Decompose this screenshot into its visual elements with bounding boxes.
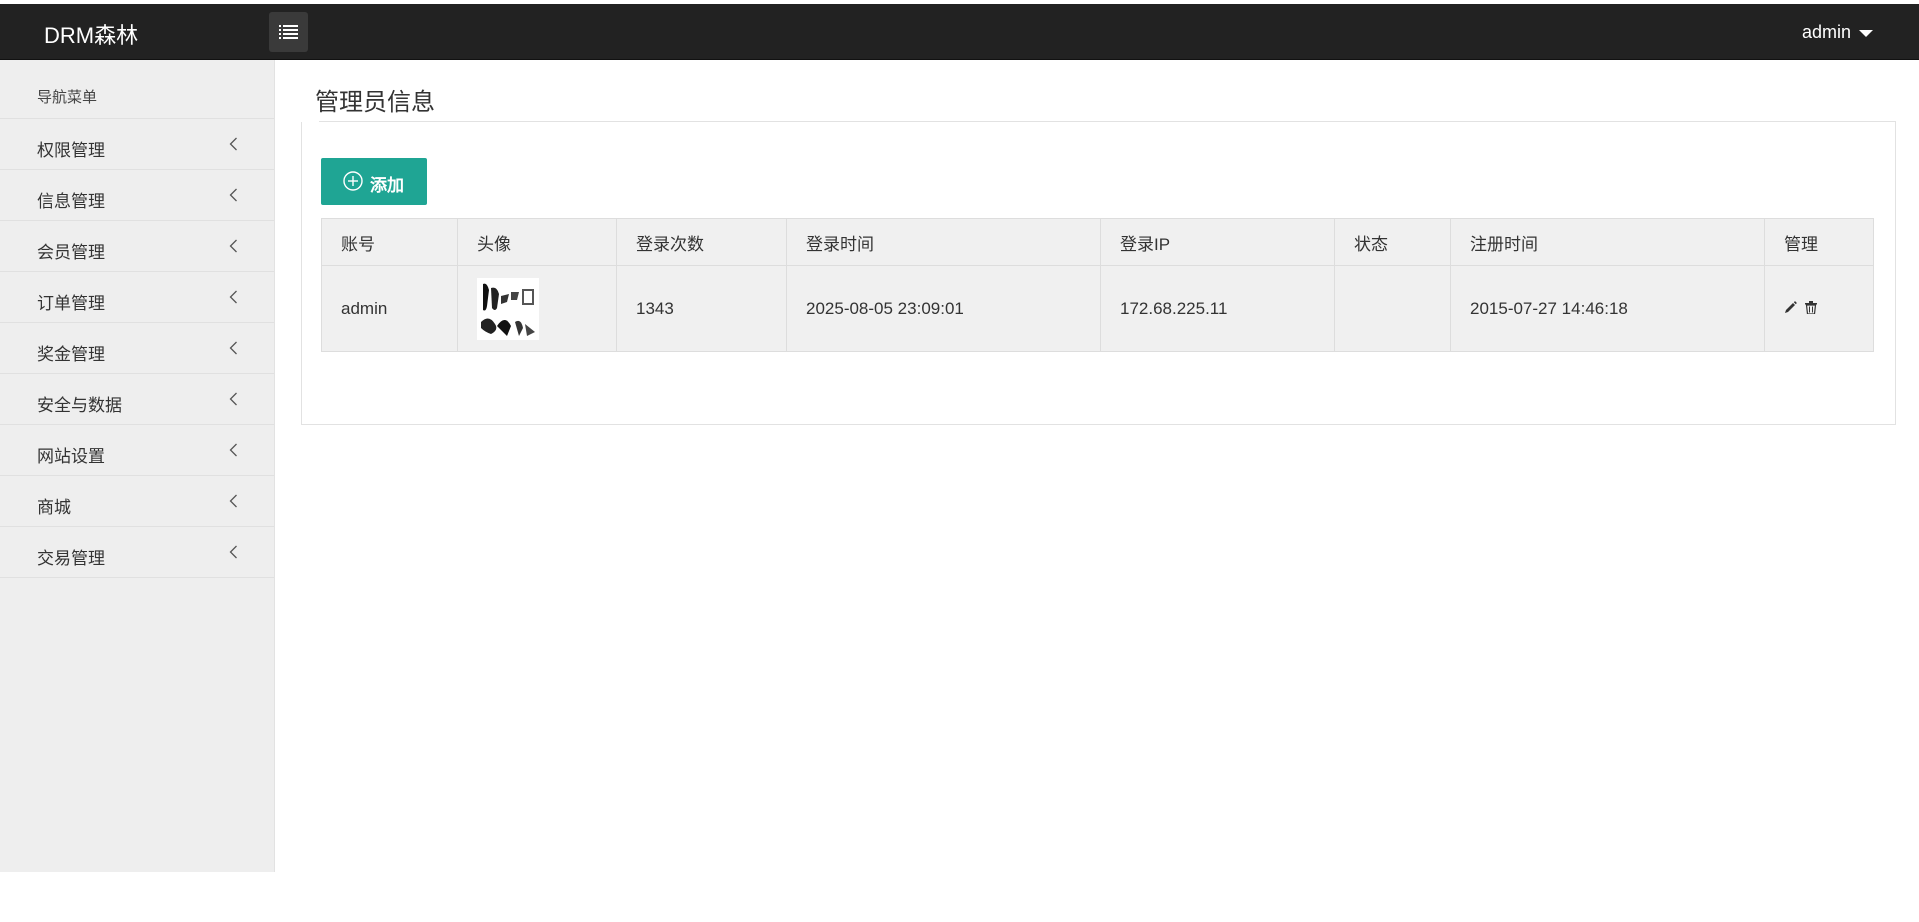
menu-toggle-button[interactable]	[269, 12, 308, 52]
nav-header: 导航菜单	[0, 60, 274, 119]
column-header-login-ip: 登录IP	[1100, 218, 1335, 266]
cell-status	[1334, 265, 1451, 352]
chevron-left-icon	[229, 188, 237, 202]
sidebar-item-label: 安全与数据	[37, 396, 122, 415]
add-button[interactable]: 添加	[321, 158, 427, 205]
sidebar-item-label: 商城	[37, 498, 71, 517]
main-content: 管理员信息 添加 账号 头像 登录次数 登录时间 登录IP 状态 注册时间 管理…	[275, 60, 1919, 872]
sidebar-item-label: 订单管理	[37, 294, 105, 313]
sidebar-item-label: 权限管理	[37, 141, 105, 160]
column-header-login-time: 登录时间	[786, 218, 1101, 266]
menu-toggle-icon	[279, 25, 298, 39]
sidebar-item-bonus[interactable]: 奖金管理	[0, 323, 274, 374]
caret-down-icon	[1859, 29, 1873, 37]
column-header-register-time: 注册时间	[1450, 218, 1765, 266]
sidebar-item-label: 网站设置	[37, 447, 105, 466]
column-header-status: 状态	[1334, 218, 1451, 266]
user-menu[interactable]: admin	[1802, 22, 1873, 43]
cell-login-ip: 172.68.225.11	[1100, 265, 1335, 352]
sidebar-item-trade[interactable]: 交易管理	[0, 527, 274, 578]
chevron-left-icon	[229, 137, 237, 151]
trash-icon	[1804, 300, 1817, 315]
column-header-login-count: 登录次数	[616, 218, 787, 266]
chevron-left-icon	[229, 392, 237, 406]
page-title: 管理员信息	[301, 88, 447, 118]
edit-button[interactable]	[1784, 299, 1797, 319]
add-button-label: 添加	[370, 176, 404, 195]
cell-register-time: 2015-07-27 14:46:18	[1450, 265, 1765, 352]
chevron-left-icon	[229, 443, 237, 457]
delete-button[interactable]	[1804, 299, 1817, 319]
sidebar-item-label: 信息管理	[37, 192, 105, 211]
admin-table: 账号 头像 登录次数 登录时间 登录IP 状态 注册时间 管理 admin 13…	[321, 218, 1874, 352]
sidebar-item-info[interactable]: 信息管理	[0, 170, 274, 221]
table-header-row: 账号 头像 登录次数 登录时间 登录IP 状态 注册时间 管理	[321, 218, 1874, 266]
avatar-calligraphy-image	[481, 283, 535, 336]
avatar	[477, 277, 539, 340]
sidebar-item-security[interactable]: 安全与数据	[0, 374, 274, 425]
cell-actions	[1764, 265, 1874, 352]
cell-login-count: 1343	[616, 265, 787, 352]
user-name: admin	[1801, 22, 1851, 42]
cell-avatar	[457, 265, 617, 352]
table-row: admin 1343 2025-08-05 23:09:01 172.68.22…	[321, 265, 1874, 352]
sidebar-item-label: 会员管理	[37, 243, 105, 262]
chevron-left-icon	[229, 494, 237, 508]
column-header-avatar: 头像	[457, 218, 617, 266]
sidebar-item-members[interactable]: 会员管理	[0, 221, 274, 272]
sidebar-item-orders[interactable]: 订单管理	[0, 272, 274, 323]
sidebar: 导航菜单 权限管理信息管理会员管理订单管理奖金管理安全与数据网站设置商城交易管理	[0, 60, 275, 872]
brand-logo[interactable]: DRM森林	[44, 18, 138, 50]
column-header-account: 账号	[321, 218, 458, 266]
chevron-left-icon	[229, 545, 237, 559]
nav-list: 权限管理信息管理会员管理订单管理奖金管理安全与数据网站设置商城交易管理	[0, 119, 274, 578]
sidebar-item-mall[interactable]: 商城	[0, 476, 274, 527]
pencil-icon	[1785, 301, 1797, 313]
cell-account: admin	[321, 265, 458, 352]
sidebar-item-permissions[interactable]: 权限管理	[0, 119, 274, 170]
cell-login-time: 2025-08-05 23:09:01	[786, 265, 1101, 352]
chevron-left-icon	[229, 239, 237, 253]
chevron-left-icon	[229, 290, 237, 304]
column-header-manage: 管理	[1764, 218, 1874, 266]
chevron-left-icon	[229, 341, 237, 355]
plus-circle-icon	[343, 171, 363, 191]
sidebar-item-label: 交易管理	[37, 549, 105, 568]
sidebar-item-label: 奖金管理	[37, 345, 105, 364]
top-navbar: DRM森林 admin	[0, 4, 1919, 60]
sidebar-item-site-settings[interactable]: 网站设置	[0, 425, 274, 476]
